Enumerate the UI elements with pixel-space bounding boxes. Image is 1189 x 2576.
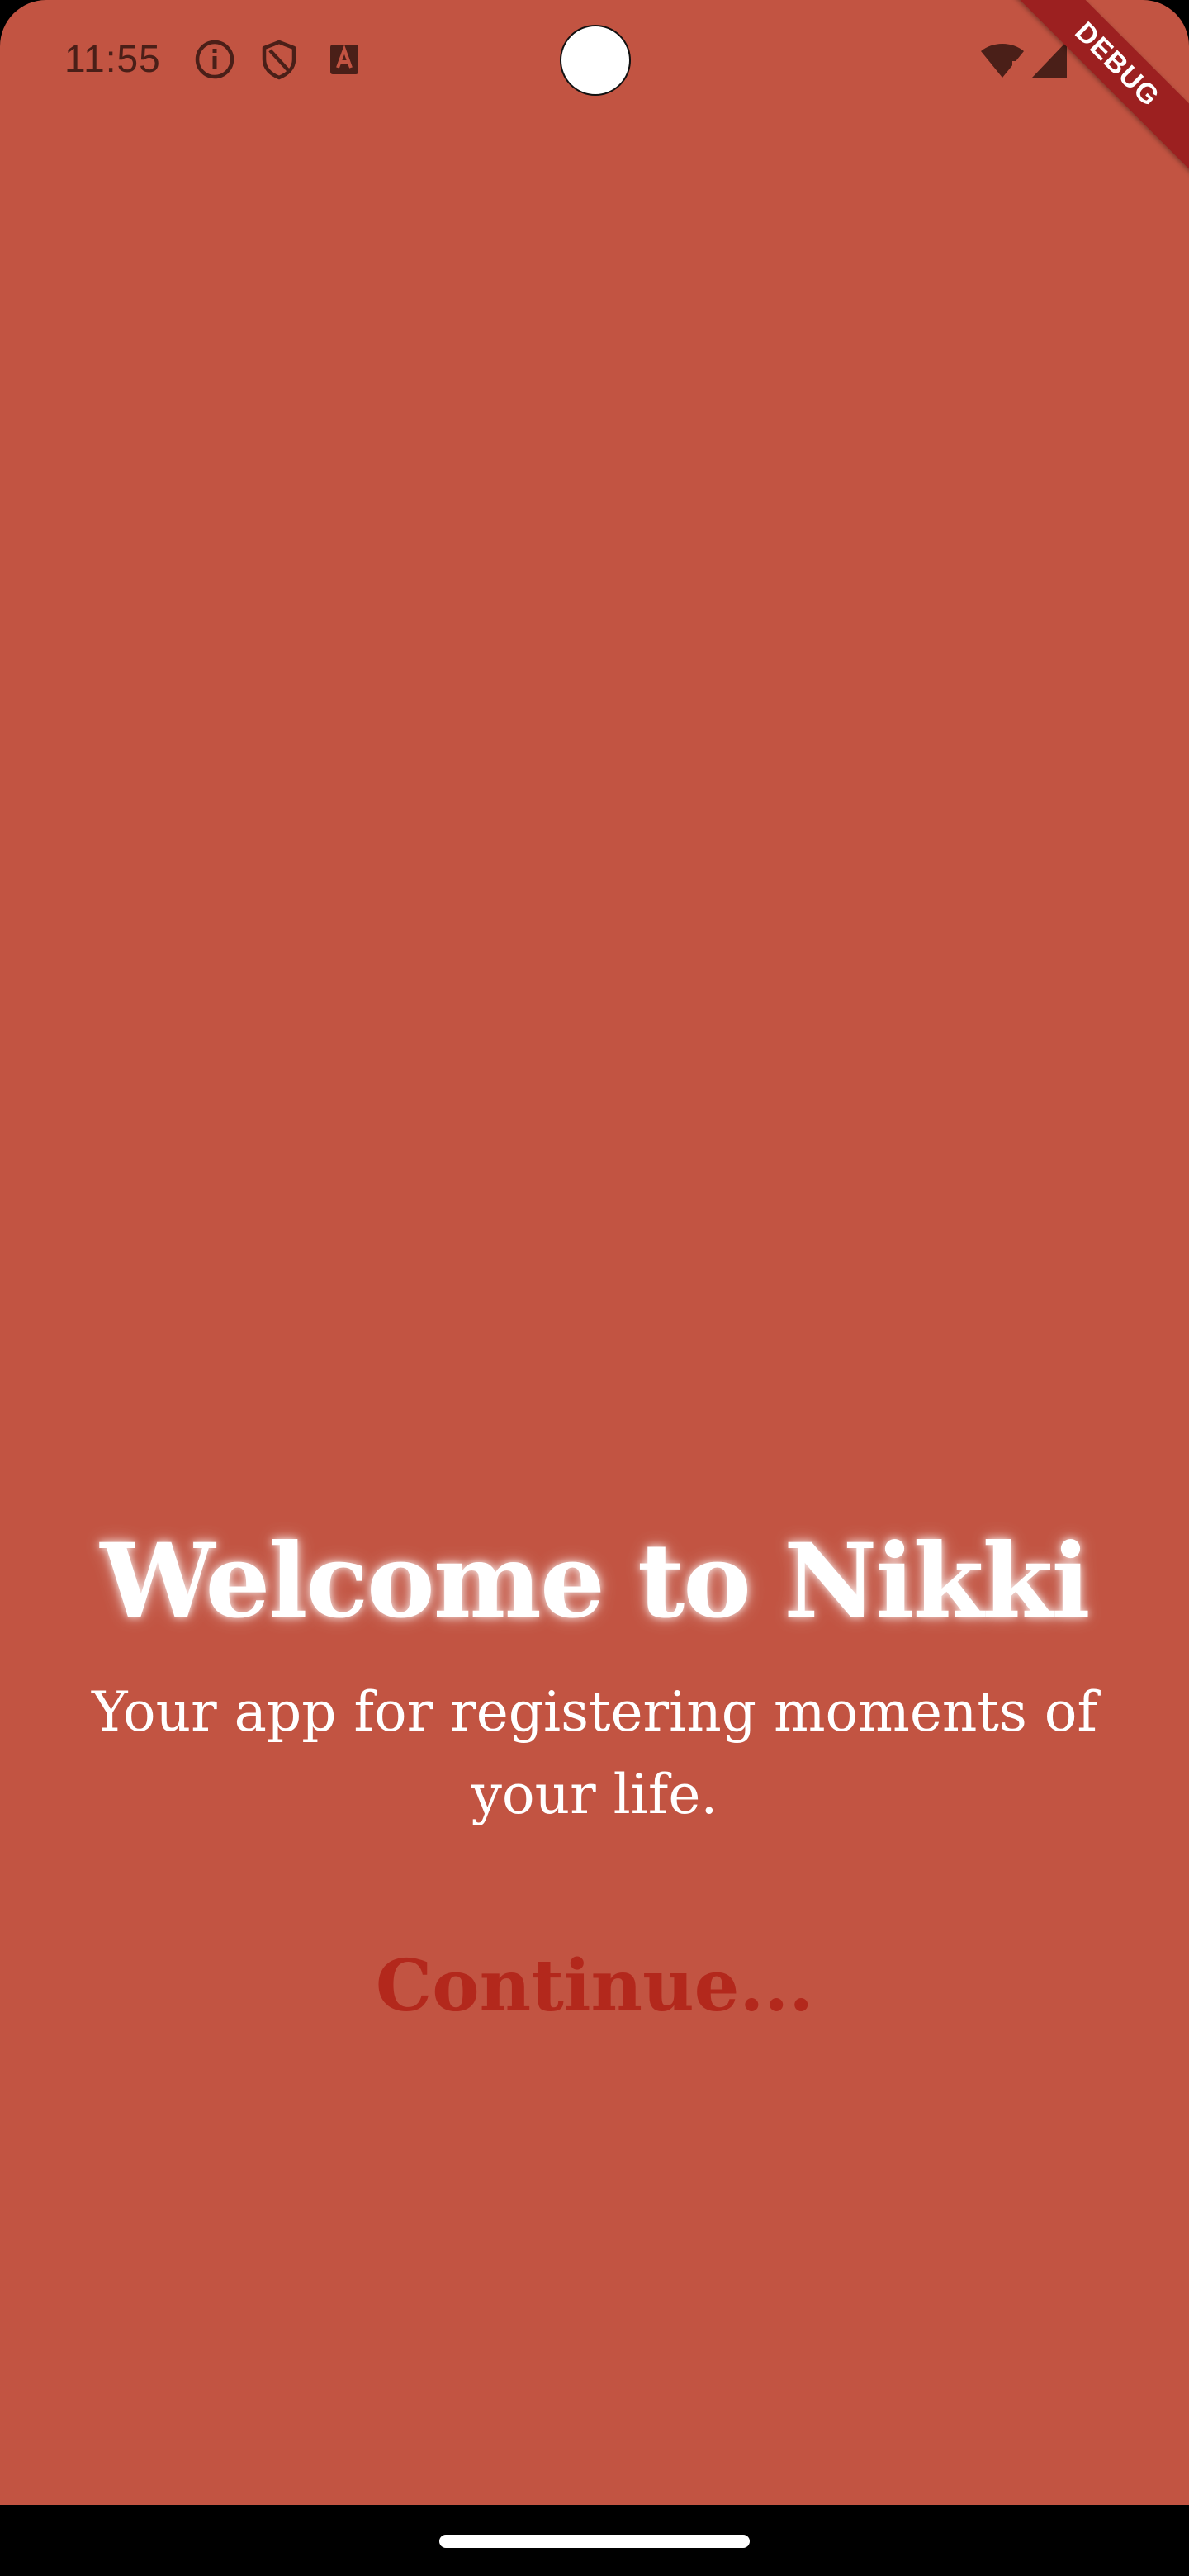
welcome-title: Welcome to Nikki xyxy=(100,1522,1090,1641)
shield-icon xyxy=(258,38,301,81)
status-bar: 11:55 xyxy=(0,0,1189,122)
welcome-subtitle: Your app for registering moments of your… xyxy=(92,1680,1097,1826)
navigation-bar xyxy=(0,2505,1189,2576)
signal-icon xyxy=(1030,40,1068,79)
camera-cutout xyxy=(560,25,631,96)
text-a-icon xyxy=(324,38,367,81)
status-time: 11:55 xyxy=(64,37,161,80)
home-gesture-handle[interactable] xyxy=(439,2535,750,2548)
continue-button[interactable]: Continue... xyxy=(347,1932,842,2039)
app-screen: 11:55 DEBUG Welcome to Nikki Your app fo… xyxy=(0,0,1189,2576)
wifi-icon xyxy=(979,40,1026,81)
info-icon xyxy=(193,38,236,81)
